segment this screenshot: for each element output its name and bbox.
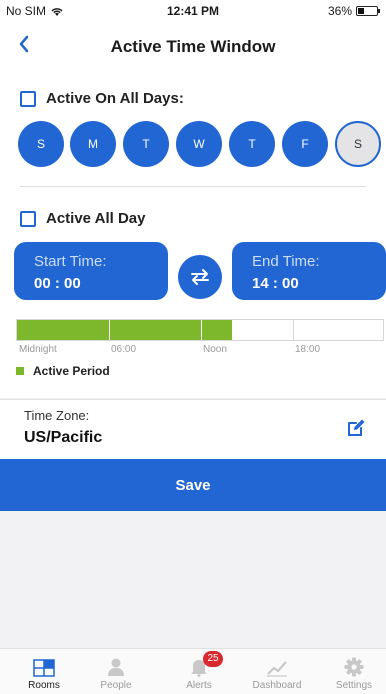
- start-time-label: Start Time:: [34, 253, 107, 270]
- tab-label: Dashboard: [252, 680, 302, 691]
- pencil-edit-icon[interactable]: [346, 418, 366, 438]
- legend-label: Active Period: [33, 364, 110, 378]
- battery-status: 36%: [327, 4, 380, 18]
- battery-icon: [356, 6, 380, 16]
- tab-rooms[interactable]: Rooms: [14, 649, 74, 691]
- day-wednesday[interactable]: W: [176, 121, 222, 167]
- time-zone-panel: Time Zone: US/Pacific: [0, 399, 386, 459]
- timeline-tick: [201, 320, 202, 340]
- end-time-button[interactable]: End Time: 14 : 00: [232, 242, 386, 300]
- battery-percent: 36%: [327, 4, 352, 18]
- status-bar: No SIM 12:41 PM 36%: [0, 0, 386, 22]
- bell-icon: 25: [169, 649, 229, 677]
- day-saturday[interactable]: S: [335, 121, 381, 167]
- checkbox-box[interactable]: [20, 90, 36, 107]
- timeline-tick: [293, 320, 294, 340]
- tab-dashboard[interactable]: Dashboard: [247, 649, 307, 691]
- time-zone-value: US/Pacific: [24, 429, 103, 446]
- timeline-label-noon: Noon: [203, 344, 227, 355]
- day-tuesday[interactable]: T: [123, 121, 169, 167]
- tab-bar: Rooms People 25 Alerts Dashboard Setting…: [0, 648, 386, 694]
- divider: [20, 186, 366, 187]
- legend: Active Period: [16, 364, 110, 378]
- tab-people[interactable]: People: [86, 649, 146, 691]
- save-button[interactable]: Save: [0, 459, 386, 511]
- day-sunday[interactable]: S: [18, 121, 64, 167]
- day-thursday[interactable]: T: [229, 121, 275, 167]
- timeline-label-midnight: Midnight: [19, 344, 57, 355]
- tab-label: People: [100, 680, 132, 691]
- swap-arrows-icon: [191, 269, 209, 285]
- page-title: Active Time Window: [110, 37, 276, 56]
- active-all-days-checkbox[interactable]: Active On All Days:: [20, 90, 184, 107]
- legend-swatch: [16, 367, 24, 375]
- timeline-label-06: 06:00: [111, 344, 137, 355]
- alerts-badge: 25: [203, 651, 223, 667]
- nav-bar: Active Time Window: [0, 22, 386, 72]
- active-all-day-label: Active All Day: [46, 210, 146, 227]
- swap-times-button[interactable]: [178, 255, 222, 299]
- checkbox-box[interactable]: [20, 210, 36, 227]
- active-period-timeline: [16, 319, 384, 341]
- tab-settings[interactable]: Settings: [324, 649, 384, 691]
- rooms-icon: [14, 649, 74, 677]
- day-friday[interactable]: F: [282, 121, 328, 167]
- day-monday[interactable]: M: [70, 121, 116, 167]
- tab-label: Settings: [335, 680, 373, 691]
- start-time-button[interactable]: Start Time: 00 : 00: [14, 242, 168, 300]
- timeline-label-18: 18:00: [295, 344, 321, 355]
- tab-label: Rooms: [28, 680, 60, 691]
- battery-level: [358, 8, 365, 14]
- active-period-bar: [17, 320, 232, 340]
- tab-alerts[interactable]: 25 Alerts: [169, 649, 229, 691]
- timeline-tick: [109, 320, 110, 340]
- tab-label: Alerts: [186, 680, 212, 691]
- gear-icon: [324, 649, 384, 677]
- chart-line-icon: [247, 649, 307, 677]
- end-time-value: 14 : 00: [252, 275, 299, 292]
- active-all-days-label: Active On All Days:: [46, 90, 184, 107]
- end-time-label: End Time:: [252, 253, 320, 270]
- time-zone-label: Time Zone:: [24, 408, 90, 423]
- start-time-value: 00 : 00: [34, 275, 81, 292]
- active-all-day-checkbox[interactable]: Active All Day: [20, 210, 146, 227]
- person-icon: [86, 649, 146, 677]
